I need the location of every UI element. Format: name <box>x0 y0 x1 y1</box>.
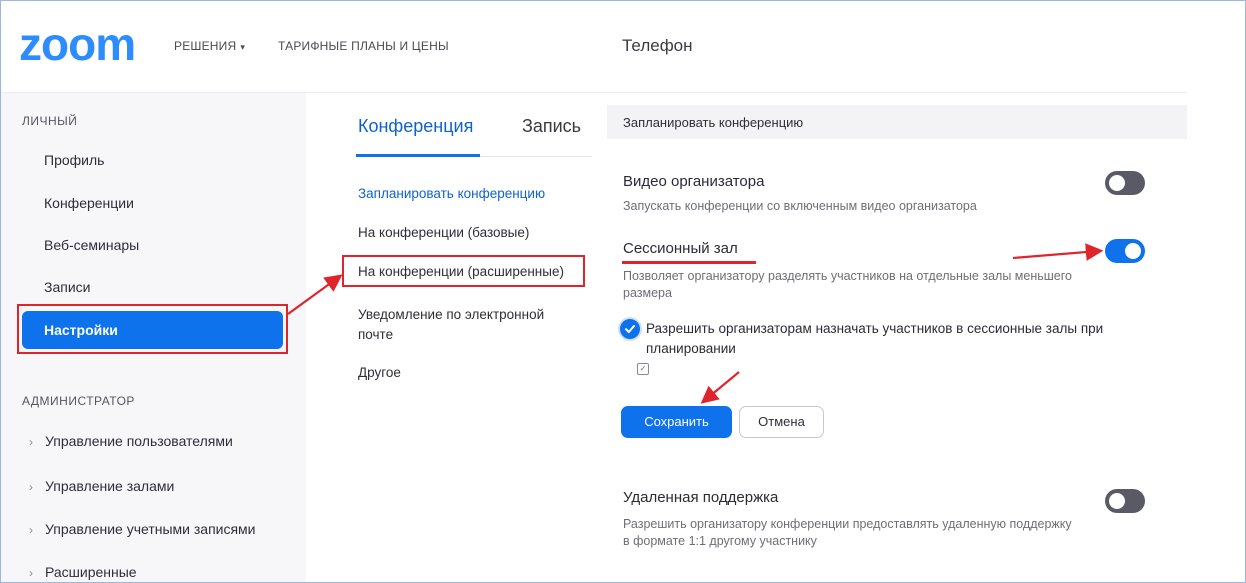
arrow-to-toggle <box>1012 243 1104 261</box>
annotation-arrows <box>287 243 1104 404</box>
arrow-to-save <box>700 371 740 404</box>
arrow-to-advanced <box>287 274 343 315</box>
zoom-settings-window: zoom РЕШЕНИЯ ▾ ТАРИФНЫЕ ПЛАНЫ И ЦЕНЫ Теле… <box>0 0 1246 583</box>
